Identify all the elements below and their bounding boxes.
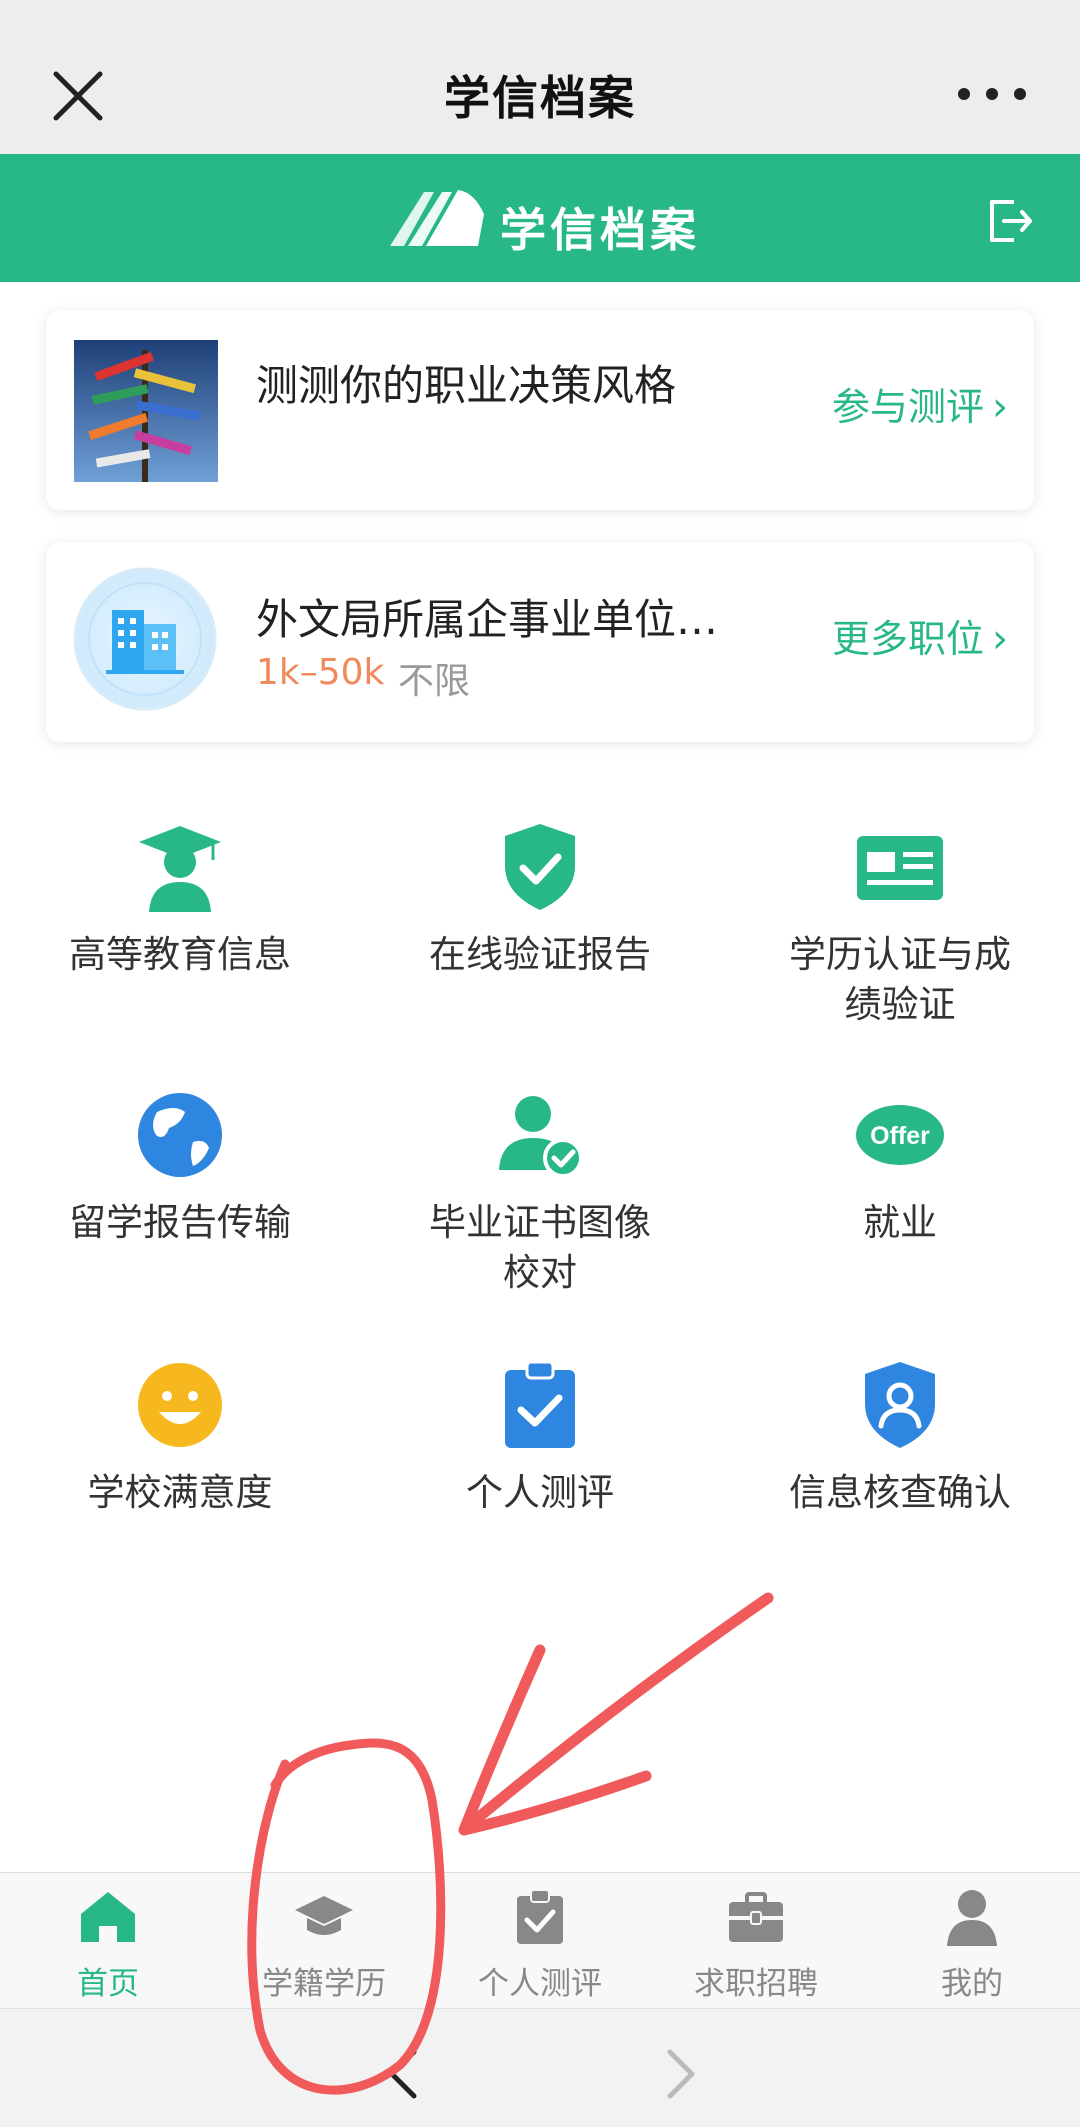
building-icon xyxy=(73,567,217,711)
chevron-right-icon: › xyxy=(992,384,1008,430)
wechat-title: 学信档案 xyxy=(444,71,636,125)
grid-label: 毕业证书图像 校对 xyxy=(429,1201,651,1294)
grid-item-study-abroad[interactable]: 留学报告传输 xyxy=(30,1090,330,1248)
nav-label: 求职招聘 xyxy=(694,1966,818,2002)
nav-item-home[interactable]: 首页 xyxy=(0,1888,216,2003)
job-salary: 1k–50k xyxy=(256,652,385,693)
app-screen: 学信档案 学信档案 测测你的职业决策风格 参与测评 › 外文局所属企事业单位… … xyxy=(0,0,1080,2127)
grid-item-info-check[interactable]: 信息核查确认 xyxy=(750,1360,1050,1518)
grid-item-degree-verification[interactable]: 学历认证与成 绩验证 xyxy=(750,822,1050,1030)
mortarboard-icon xyxy=(295,1896,353,1935)
grid-item-certificate-check[interactable]: 毕业证书图像 校对 xyxy=(390,1090,690,1298)
person-icon xyxy=(947,1890,997,1946)
grid-label: 留学报告传输 xyxy=(69,1201,291,1244)
forward-icon[interactable] xyxy=(660,2048,700,2100)
offer-icon: Offer xyxy=(856,1105,944,1165)
job-title: 外文局所属企事业单位… xyxy=(256,595,719,644)
home-icon xyxy=(81,1892,135,1942)
globe-icon xyxy=(138,1093,222,1177)
join-test-link[interactable]: 参与测评 › xyxy=(832,376,1008,431)
logout-icon[interactable] xyxy=(984,196,1034,246)
grid-item-employment[interactable]: Offer 就业 xyxy=(750,1090,1050,1248)
header-logo-text: 学信档案 xyxy=(500,203,700,257)
more-icon[interactable] xyxy=(952,82,1032,106)
grid-item-online-report[interactable]: 在线验证报告 xyxy=(390,822,690,980)
shield-check-icon xyxy=(505,824,575,910)
annotation-arrow-shaft xyxy=(462,1592,774,1832)
link-label: 更多职位 xyxy=(831,617,984,661)
logo-icon xyxy=(390,190,484,246)
user-check-icon xyxy=(499,1096,583,1178)
back-icon[interactable] xyxy=(384,2048,424,2100)
signpost-thumbnail xyxy=(74,340,218,482)
briefcase-icon xyxy=(729,1892,783,1942)
smile-icon xyxy=(138,1363,222,1447)
nav-label: 首页 xyxy=(77,1966,139,2002)
chevron-right-icon: › xyxy=(992,616,1008,662)
nav-label: 学籍学历 xyxy=(262,1966,386,2002)
more-jobs-link[interactable]: 更多职位 › xyxy=(832,608,1008,663)
clipboard-check-icon xyxy=(505,1360,575,1448)
grid-label: 高等教育信息 xyxy=(69,933,291,976)
grid-label: 学历认证与成 绩验证 xyxy=(789,933,1011,1026)
id-card-icon xyxy=(857,836,943,900)
grid-item-satisfaction[interactable]: 学校满意度 xyxy=(30,1360,330,1518)
nav-item-education[interactable]: 学籍学历 xyxy=(216,1888,432,2003)
wechat-nav-bar xyxy=(0,2008,1080,2127)
clipboard-check-icon xyxy=(517,1889,563,1944)
link-label: 参与测评 xyxy=(831,385,984,429)
grid-label: 在线验证报告 xyxy=(429,933,651,976)
grid-label: 个人测评 xyxy=(466,1471,614,1514)
grid-label: 信息核查确认 xyxy=(789,1471,1011,1514)
shield-user-icon xyxy=(865,1362,935,1448)
grid-label: 就业 xyxy=(863,1201,937,1244)
card-title: 测测你的职业决策风格 xyxy=(256,361,677,410)
graduate-icon xyxy=(139,826,221,912)
grid-item-higher-education[interactable]: 高等教育信息 xyxy=(30,822,330,980)
annotation-arrow-head xyxy=(458,1644,652,1836)
grid-item-personal-test[interactable]: 个人测评 xyxy=(390,1360,690,1518)
nav-item-jobs[interactable]: 求职招聘 xyxy=(648,1888,864,2003)
svg-text:Offer: Offer xyxy=(870,1122,930,1150)
nav-label: 个人测评 xyxy=(478,1966,602,2002)
nav-item-personal-test[interactable]: 个人测评 xyxy=(432,1888,648,2003)
nav-label: 我的 xyxy=(941,1966,1003,2002)
nav-item-mine[interactable]: 我的 xyxy=(864,1888,1080,2003)
grid-label: 学校满意度 xyxy=(87,1471,273,1514)
job-education: 不限 xyxy=(398,661,471,702)
